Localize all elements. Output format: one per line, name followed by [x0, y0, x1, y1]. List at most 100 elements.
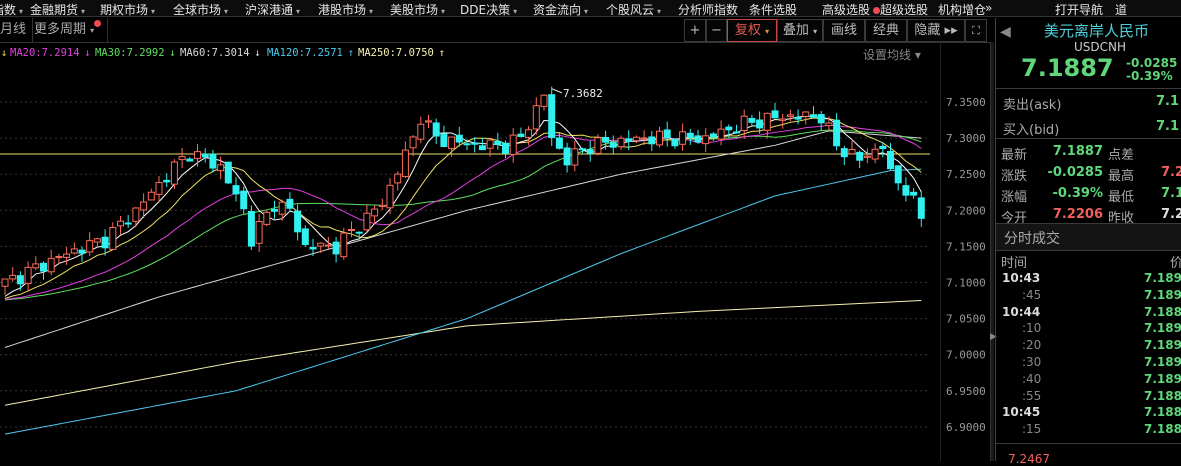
- candle-body: [632, 136, 640, 142]
- bid-value: 7.1: [1156, 119, 1180, 134]
- menu-item[interactable]: 打开导航: [1055, 1, 1103, 18]
- candle-body: [70, 248, 78, 254]
- stat-value: 7.2206: [1052, 207, 1103, 222]
- candle-body: [802, 111, 810, 117]
- stat-label: 最新: [1001, 148, 1028, 163]
- candle-body: [917, 197, 925, 219]
- candle-body: [124, 222, 132, 225]
- candle-body: [178, 156, 186, 161]
- candle-body: [555, 137, 563, 149]
- candle-body: [825, 122, 833, 127]
- candle-body: [332, 241, 340, 255]
- price-tick-label: 6.9500: [946, 385, 986, 398]
- price-change-pct: -0.39%: [1126, 69, 1173, 83]
- candle-body: [147, 191, 155, 201]
- candle-body: [93, 238, 101, 243]
- candle-body: [640, 137, 648, 140]
- col-price: 价: [1170, 256, 1181, 271]
- candle-body: [401, 149, 409, 177]
- candle-body: [132, 207, 140, 222]
- candle-body: [848, 149, 856, 155]
- menu-item[interactable]: 道: [1115, 1, 1127, 18]
- axis-divider: [940, 42, 941, 461]
- tick-price: 7.189: [1144, 355, 1181, 369]
- stat-label: 涨幅: [1001, 190, 1028, 205]
- price-tick-label: 7.2500: [946, 168, 986, 181]
- candle-body: [455, 134, 463, 143]
- price-tick-label: 7.1500: [946, 240, 986, 253]
- candle-body: [486, 139, 494, 149]
- stat-value: 7.2: [1161, 207, 1181, 222]
- candle-body: [194, 151, 201, 160]
- price-tick-label: 7.0000: [946, 349, 986, 362]
- candle-body: [817, 114, 825, 124]
- stat-label: 点差: [1108, 148, 1135, 163]
- candle-body: [602, 136, 610, 143]
- candle-body: [378, 204, 386, 208]
- tick-price: 7.189: [1144, 338, 1181, 353]
- candle-body: [594, 137, 602, 154]
- candle-body: [779, 118, 787, 121]
- candlestick-chart[interactable]: 7.3500 7.3000 7.2500 7.2000 7.1500 7.1000 7.05…: [0, 0, 990, 461]
- tick-price: 7.188: [1144, 304, 1181, 319]
- candle-body: [879, 145, 887, 150]
- candle-body: [217, 164, 225, 172]
- candle-body: [24, 266, 32, 284]
- tick-time: 10:43: [1002, 271, 1041, 285]
- ma30-line: [4, 129, 922, 301]
- candle-body: [540, 94, 548, 107]
- candle-body: [155, 182, 163, 195]
- candle-body: [532, 105, 540, 130]
- price-tick-label: 7.0500: [946, 313, 986, 326]
- panel-resize-handle[interactable]: ▶: [990, 42, 997, 461]
- candle-body: [417, 123, 425, 140]
- candle-body: [548, 94, 556, 139]
- candle-body: [894, 165, 902, 184]
- instrument-code: USDCNH: [1074, 40, 1127, 54]
- stat-label: 最高: [1108, 169, 1135, 184]
- candle-body: [224, 161, 232, 184]
- candle-body: [432, 122, 440, 137]
- menu-item-label: 打开导航: [1055, 3, 1104, 17]
- candle-body: [840, 148, 848, 158]
- stat-label: 涨跌: [1001, 169, 1028, 184]
- tick-price: 7.188: [1144, 422, 1181, 437]
- prev-arrow-icon[interactable]: ◀: [1000, 24, 1011, 40]
- peak-pointer: [551, 88, 563, 94]
- stat-label: 最低: [1108, 190, 1135, 205]
- candle-body: [563, 147, 571, 166]
- tick-time: :45: [1022, 287, 1042, 302]
- candle-body: [16, 275, 24, 285]
- candle-body: [371, 208, 379, 217]
- price-tick-label: 6.9000: [946, 421, 986, 434]
- ticks-title: 分时成交: [1004, 231, 1060, 247]
- stat-value: -0.0285: [1047, 165, 1103, 180]
- tick-price: 7.188: [1144, 388, 1181, 403]
- tick-price: 7.189: [1144, 271, 1181, 285]
- candle-body: [348, 229, 355, 232]
- stat-value: 7.1: [1161, 186, 1181, 201]
- candle-body: [9, 274, 17, 280]
- candle-body: [756, 119, 764, 129]
- candle-body: [671, 138, 679, 147]
- tick-price: 7.188: [1144, 405, 1181, 420]
- candle-body: [517, 133, 525, 138]
- candle-body: [525, 129, 533, 138]
- candle-body: [771, 110, 779, 119]
- candle-body: [201, 153, 209, 158]
- col-time: 时间: [1001, 256, 1028, 271]
- candle-body: [609, 142, 617, 148]
- candle-body: [910, 191, 918, 196]
- candle-body: [725, 126, 733, 131]
- candle-body: [240, 190, 248, 210]
- candle-body: [363, 212, 371, 231]
- candle-body: [425, 120, 432, 123]
- candle-body: [663, 129, 671, 139]
- candle-body: [209, 153, 217, 169]
- candle-body: [278, 201, 286, 215]
- candle-body: [740, 115, 748, 132]
- candle-body: [394, 173, 402, 184]
- ask-value: 7.1: [1156, 94, 1180, 109]
- candle-body: [810, 114, 817, 118]
- candle-body: [47, 257, 55, 273]
